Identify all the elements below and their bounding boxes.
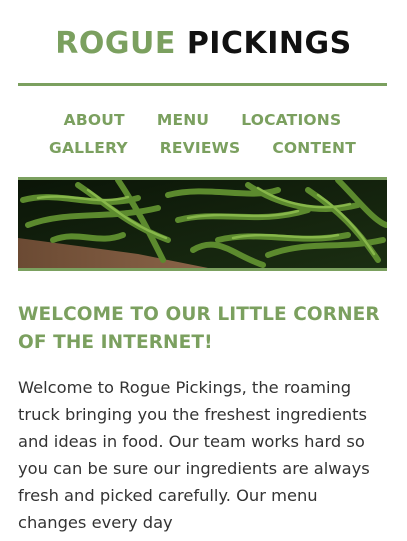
nav-link-content[interactable]: CONTENT — [272, 139, 356, 157]
logo-part-rogue: ROGUE — [55, 26, 176, 61]
welcome-heading: WELCOME TO OUR LITTLE CORNER OF THE INTE… — [18, 304, 380, 353]
main-nav: ABOUT MENU LOCATIONS GALLERY REVIEWS CON… — [18, 106, 387, 162]
header-divider — [18, 83, 387, 86]
intro-paragraph: Welcome to Rogue Pickings, the roaming t… — [18, 378, 370, 532]
nav-link-gallery[interactable]: GALLERY — [49, 139, 128, 157]
logo-part-pickings: PICKINGS — [186, 26, 352, 61]
page: ROGUE PICKINGS ABOUT MENU LOCATIONS GALL… — [0, 0, 407, 541]
nav-row-2: GALLERY REVIEWS CONTENT — [18, 134, 387, 162]
nav-link-locations[interactable]: LOCATIONS — [241, 111, 341, 129]
nav-link-menu[interactable]: MENU — [157, 111, 209, 129]
site-logo[interactable]: ROGUE PICKINGS — [0, 25, 407, 63]
nav-link-about[interactable]: ABOUT — [64, 111, 125, 129]
nav-link-reviews[interactable]: REVIEWS — [160, 139, 241, 157]
hero-image — [18, 177, 387, 271]
nav-row-1: ABOUT MENU LOCATIONS — [18, 106, 387, 134]
green-beans-image — [18, 180, 387, 268]
